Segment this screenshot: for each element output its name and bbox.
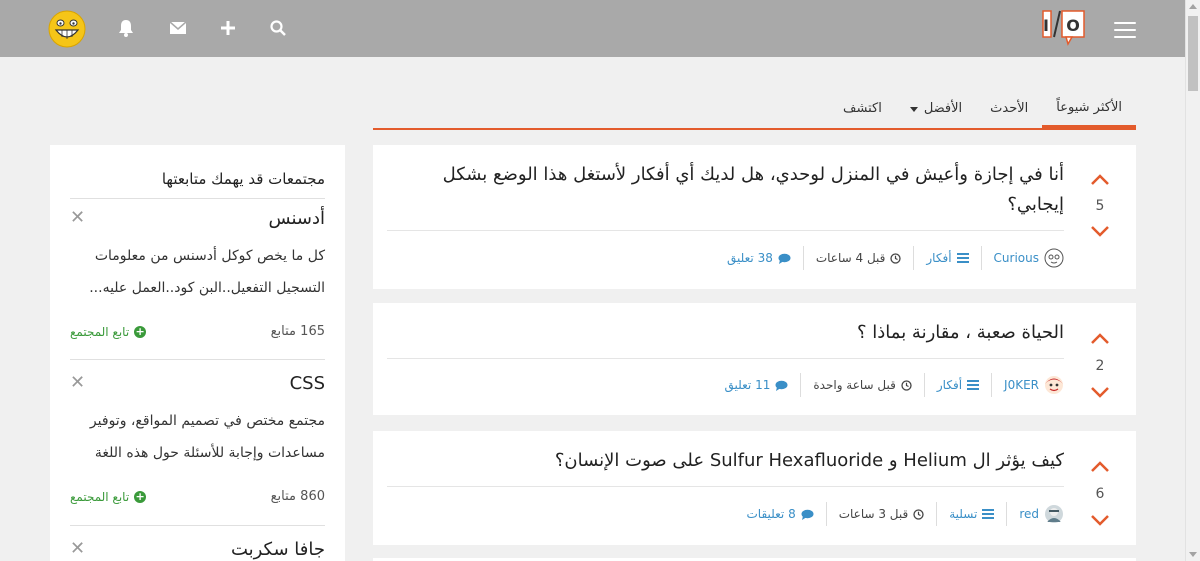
close-icon[interactable]: ✕ — [70, 207, 85, 228]
downvote-icon[interactable] — [1090, 225, 1110, 237]
divider — [70, 359, 325, 360]
post-author[interactable]: red — [1006, 502, 1064, 526]
clock-icon — [901, 379, 912, 391]
divider — [70, 198, 325, 199]
followers-count: 165 متابع — [270, 324, 325, 339]
envelope-icon[interactable] — [167, 17, 189, 39]
community-name[interactable]: CSS — [290, 373, 325, 394]
community-description: كل ما يخص كوكل أدسنس من معلومات التسجيل … — [89, 248, 325, 296]
downvote-icon[interactable] — [1090, 514, 1110, 526]
close-icon[interactable]: ✕ — [70, 372, 85, 393]
post-comments[interactable]: 38 تعليق — [715, 246, 803, 270]
site-logo[interactable]: I O — [1042, 9, 1086, 47]
divider — [70, 525, 325, 526]
svg-text:I: I — [1043, 16, 1049, 35]
post-comments[interactable]: 11 تعليق — [713, 373, 801, 397]
vote-box: 5 — [1090, 171, 1110, 241]
post-meta: red تسلية قبل 3 ساعات 8 تعليقات — [735, 502, 1065, 526]
post-category[interactable]: تسلية — [936, 502, 1006, 526]
follow-community-button[interactable]: + تابع المجتمع — [70, 325, 147, 339]
top-header: I O — [0, 0, 1185, 57]
plus-circle-icon: + — [134, 490, 147, 503]
divider — [387, 358, 1064, 359]
author-avatar-icon — [1045, 376, 1063, 394]
sort-tabs: الأكثر شيوعاً الأحدث الأفضل اكتشف — [373, 90, 1136, 130]
post-time: قبل 3 ساعات — [825, 502, 937, 526]
tab-popular[interactable]: الأكثر شيوعاً — [1042, 90, 1136, 128]
author-avatar-icon — [1045, 505, 1063, 523]
post-category[interactable]: أفكار — [923, 373, 991, 397]
divider — [387, 486, 1064, 487]
upvote-icon[interactable] — [1090, 174, 1110, 186]
list-icon — [967, 380, 980, 390]
vote-count: 2 — [1095, 358, 1105, 374]
vote-box: 6 — [1090, 458, 1110, 530]
post-author[interactable]: Curious — [980, 246, 1064, 270]
sidebar-title: مجتمعات قد يهمك متابعتها — [161, 170, 325, 188]
post-time: قبل 4 ساعات — [802, 246, 914, 270]
upvote-icon[interactable] — [1090, 333, 1110, 345]
community-description: مجتمع مختص في تصميم المواقع، وتوفير مساع… — [89, 413, 325, 461]
post-card: أنا في إجازة وأعيش في المنزل لوحدي، هل ل… — [373, 145, 1136, 289]
post-author[interactable]: J0KER — [991, 373, 1064, 397]
post-card: الحياة صعبة ، مقارنة بماذا ؟ 2 J0KER أفك… — [373, 303, 1136, 415]
post-comments[interactable]: 8 تعليقات — [735, 502, 826, 526]
list-icon — [956, 253, 969, 263]
downvote-icon[interactable] — [1090, 386, 1110, 398]
clock-icon — [913, 508, 924, 520]
comment-icon — [801, 509, 814, 520]
tab-discover[interactable]: اكتشف — [829, 90, 896, 128]
vote-count: 6 — [1095, 486, 1105, 502]
bell-icon[interactable] — [115, 17, 137, 39]
scroll-up-arrow-icon[interactable] — [1189, 4, 1197, 9]
list-icon — [982, 509, 995, 519]
community-name[interactable]: جافا سكربت — [231, 539, 325, 560]
post-card: كيف يؤثر ال Helium و Sulfur Hexafluoride… — [373, 431, 1136, 545]
divider — [387, 230, 1064, 231]
close-icon[interactable]: ✕ — [70, 538, 85, 559]
scroll-down-arrow-icon[interactable] — [1189, 552, 1197, 557]
post-category[interactable]: أفكار — [913, 246, 980, 270]
comment-icon — [778, 253, 791, 264]
caret-down-icon — [909, 106, 918, 112]
user-avatar-icon[interactable] — [48, 10, 86, 48]
tab-best[interactable]: الأفضل — [896, 90, 976, 128]
menu-hamburger-icon[interactable] — [1114, 22, 1136, 38]
plus-circle-icon: + — [134, 325, 147, 338]
post-title[interactable]: كيف يؤثر ال Helium و Sulfur Hexafluoride… — [555, 446, 1064, 476]
scroll-thumb[interactable] — [1188, 16, 1198, 91]
follow-community-button[interactable]: + تابع المجتمع — [70, 490, 147, 504]
svg-text:O: O — [1066, 16, 1080, 35]
search-icon[interactable] — [267, 17, 289, 39]
vote-count: 5 — [1095, 198, 1105, 214]
followers-count: 860 متابع — [270, 489, 325, 504]
post-time: قبل ساعة واحدة — [800, 373, 924, 397]
post-meta: Curious أفكار قبل 4 ساعات 38 تعليق — [715, 246, 1064, 270]
tab-newest[interactable]: الأحدث — [976, 90, 1042, 128]
upvote-icon[interactable] — [1090, 461, 1110, 473]
vote-box: 2 — [1090, 330, 1110, 402]
comment-icon — [775, 380, 788, 391]
post-title[interactable]: الحياة صعبة ، مقارنة بماذا ؟ — [857, 318, 1064, 348]
post-title[interactable]: أنا في إجازة وأعيش في المنزل لوحدي، هل ل… — [404, 160, 1064, 220]
plus-icon[interactable] — [217, 17, 239, 39]
clock-icon — [890, 252, 902, 264]
author-avatar-icon — [1044, 248, 1064, 268]
community-name[interactable]: أدسنس — [269, 208, 325, 229]
suggested-communities: مجتمعات قد يهمك متابعتها أدسنس ✕ كل ما ي… — [50, 145, 345, 561]
post-meta: J0KER أفكار قبل ساعة واحدة 11 تعليق — [713, 373, 1064, 397]
page-scrollbar[interactable] — [1185, 0, 1200, 561]
